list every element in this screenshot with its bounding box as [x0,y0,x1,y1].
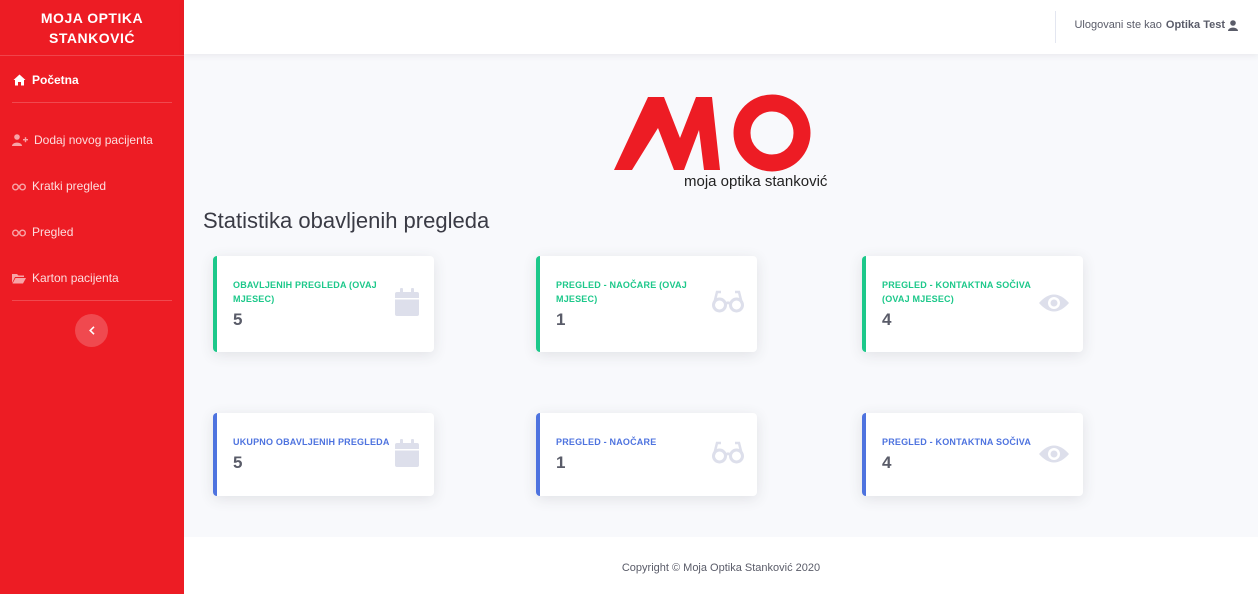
sidebar-toggle-button[interactable] [75,314,108,347]
topbar: Ulogovani ste kao Optika Test [184,0,1258,54]
sidebar-item-label: Karton pacijenta [32,271,119,285]
sidebar-item-pocetna[interactable]: Početna [0,72,184,88]
topbar-divider [1055,11,1056,43]
glasses-icon [12,225,26,239]
stat-card-total-exams: UKUPNO OBAVLJENIH PREGLEDA 5 [213,413,434,496]
brand-line-1: MOJA OPTIKA [40,9,144,26]
stat-card-label: UKUPNO OBAVLJENIH PREGLEDA [233,437,390,447]
calendar-icon [395,439,419,467]
sidebar-item-kratki-pregled[interactable]: Kratki pregled [0,178,184,194]
stat-card-value: 4 [882,453,892,472]
username: Optika Test [1165,19,1225,31]
brand-logo: moja optika stanković [612,92,836,192]
sidebar-divider [12,102,172,103]
sidebar-item-label: Pregled [32,225,74,239]
glasses-icon [712,290,744,314]
home-icon [12,73,26,87]
stat-card-value: 4 [882,310,892,329]
folder-open-icon [12,271,26,285]
stat-card-label: PREGLED - NAOČARE (OVAJ MJESEC) [556,280,687,304]
stat-card-total-lenses: PREGLED - KONTAKTNA SOČIVA 4 [862,413,1083,496]
brand-line-2: STANKOVIĆ [49,29,135,46]
stat-card-monthly-glasses: PREGLED - NAOČARE (OVAJ MJESEC) 1 [536,256,757,352]
stat-card-monthly-lenses: PREGLED - KONTAKTNA SOČIVA (OVAJ MJESEC)… [862,256,1083,352]
eye-icon [1038,443,1070,465]
sidebar-item-pregled[interactable]: Pregled [0,224,184,240]
stat-card-monthly-exams: OBAVLJENIH PREGLEDA (OVAJ MJESEC) 5 [213,256,434,352]
sidebar: MOJA OPTIKA STANKOVIĆ Početna Dodaj novo… [0,0,184,594]
stat-card-label: PREGLED - KONTAKTNA SOČIVA (OVAJ MJESEC) [882,280,1031,304]
logo-subtitle: moja optika stanković [684,173,828,190]
stat-card-value: 1 [556,310,566,329]
sidebar-item-karton-pacijenta[interactable]: Karton pacijenta [0,270,184,286]
page-title: Statistika obavljenih pregleda [203,208,490,233]
stat-card-label: PREGLED - KONTAKTNA SOČIVA [882,437,1032,447]
glasses-icon [712,441,744,465]
sidebar-item-label: Kratki pregled [32,179,107,193]
sidebar-divider [12,300,172,301]
chevron-left-icon [88,322,95,340]
sidebar-brand[interactable]: MOJA OPTIKA STANKOVIĆ [0,0,184,56]
eye-icon [1038,292,1070,314]
sidebar-item-label: Dodaj novog pacijenta [34,133,153,147]
glasses-icon [12,179,26,193]
user-menu[interactable]: Ulogovani ste kao Optika Test [1074,19,1238,31]
stat-card-label: OBAVLJENIH PREGLEDA (OVAJ MJESEC) [233,280,377,304]
user-plus-icon [12,133,28,147]
stat-card-value: 1 [556,453,566,472]
footer: Copyright © Moja Optika Stanković 2020 [184,537,1258,594]
stat-card-label: PREGLED - NAOČARE [556,437,657,447]
sidebar-item-label: Početna [32,73,79,87]
stat-card-total-glasses: PREGLED - NAOČARE 1 [536,413,757,496]
calendar-icon [395,288,419,316]
user-icon [1228,19,1238,31]
stat-card-value: 5 [233,453,243,472]
logged-in-prefix: Ulogovani ste kao [1074,19,1162,31]
footer-copyright: Copyright © Moja Optika Stanković 2020 [621,562,821,574]
stat-card-value: 5 [233,310,243,329]
sidebar-item-dodaj-pacijenta[interactable]: Dodaj novog pacijenta [0,132,184,148]
